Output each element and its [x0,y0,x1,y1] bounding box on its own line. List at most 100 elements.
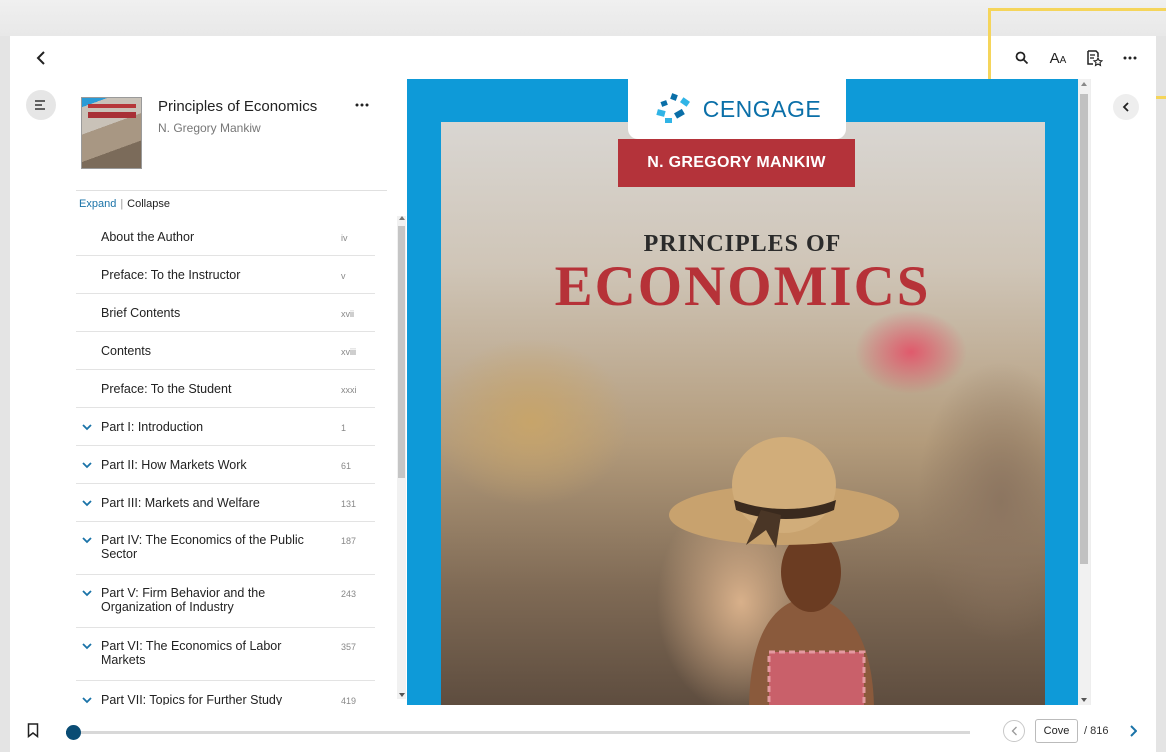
separator: | [120,198,124,210]
cengage-logo-icon [656,93,690,123]
bookmark-star-icon [1087,50,1103,67]
scroll-up-arrow-icon[interactable] [399,216,405,220]
toc-item-label: Part V: Firm Behavior and the Organizati… [101,586,266,614]
chevron-down-icon[interactable] [81,587,93,599]
publisher-name: CENGAGE [702,95,822,122]
page-scrollbar[interactable] [1078,79,1090,705]
divider [76,190,387,191]
book-cover-page: CENGAGE N. GREGORY MANKIW PRINCIPLES OF … [407,79,1078,705]
chevron-down-icon[interactable] [81,459,93,471]
bottom-navigation-bar: / 816 [10,705,1156,752]
toc-item-page: v [341,271,346,281]
more-options-icon [355,103,369,107]
toc-item-page: 61 [341,461,352,471]
book-title: Principles of Economics [158,98,318,115]
top-toolbar: AA [10,8,1166,99]
toc-item-label: Preface: To the Instructor [101,268,241,282]
reading-progress-track[interactable] [66,731,970,734]
toc-item-label: Contents [101,344,152,358]
next-page-button[interactable] [1124,721,1142,741]
scroll-up-arrow-icon[interactable] [1081,82,1087,86]
page-number-input[interactable] [1035,719,1078,743]
toc-list: About the Author iv Preface: To the Instru… [76,218,375,705]
toc-item-page: 357 [341,642,357,652]
right-side-panel [1090,79,1156,705]
collapse-all-link[interactable]: Collapse [127,198,170,210]
font-size-glyph-small: A [1059,54,1067,66]
menu-icon [35,100,45,110]
toolbar-tools: AA [1008,46,1144,70]
toc-item[interactable]: Preface: To the Student xxxi [76,370,375,408]
more-options-icon [1123,56,1137,60]
chevron-left-icon [36,51,45,65]
toc-item-label: About the Author [101,230,195,244]
toc-item-page: 187 [341,536,357,546]
toc-item[interactable]: Part II: How Markets Work 61 [76,446,375,484]
toc-item-page: iv [341,233,348,243]
toc-item[interactable]: About the Author iv [76,218,375,256]
toc-menu-button[interactable] [26,90,56,120]
toc-scroll-thumb[interactable] [398,226,405,478]
reading-progress-handle[interactable] [66,725,81,740]
chevron-left-icon [1122,102,1129,112]
bookmark-button[interactable] [27,723,41,739]
toc-scrollbar[interactable] [397,216,406,699]
book-author: N. Gregory Mankiw [158,121,261,135]
toc-item-label: Part VII: Topics for Further Study [101,693,283,705]
previous-page-button[interactable] [1003,720,1025,742]
back-button[interactable] [32,48,50,68]
search-button[interactable] [1008,46,1036,70]
page-total: / 816 [1084,725,1109,737]
toc-item-page: xxxi [341,385,357,395]
sun-hat-image [669,437,899,548]
text-size-button[interactable]: AA [1044,46,1072,70]
font-size-icon: AA [1050,50,1067,67]
toc-item-label: Part IV: The Economics of the Public Sec… [101,533,304,561]
toc-item-label: Preface: To the Student [101,382,232,396]
toc-item[interactable]: Preface: To the Instructor v [76,256,375,294]
toc-sidebar: Principles of Economics N. Gregory Manki… [10,79,407,705]
chevron-down-icon[interactable] [81,497,93,509]
desktop-background [0,0,1166,36]
more-options-button[interactable] [1116,46,1144,70]
bookmark-icon [27,723,39,739]
cover-author: N. GREGORY MANKIW [618,139,855,187]
chevron-right-icon [1130,725,1137,737]
toc-item[interactable]: Brief Contents xvii [76,294,375,332]
toc-item-page: 419 [341,696,357,705]
expand-collapse-controls: Expand | Collapse [79,198,170,210]
chevron-left-icon [1011,726,1017,736]
toc-item[interactable]: Part V: Firm Behavior and the Organizati… [76,575,375,628]
chevron-down-icon[interactable] [81,534,93,546]
toc-item[interactable]: Part VI: The Economics of Labor Markets 3… [76,628,375,681]
expand-all-link[interactable]: Expand [79,198,116,210]
chevron-down-icon[interactable] [81,694,93,705]
reader-window: AA Principles of Economics N. Gregory Ma… [10,8,1166,752]
search-icon [1015,51,1029,65]
toc-item[interactable]: Part IV: The Economics of the Public Sec… [76,522,375,575]
book-more-button[interactable] [352,96,372,114]
toc-item[interactable]: Part III: Markets and Welfare 131 [76,484,375,522]
toc-item[interactable]: Part VII: Topics for Further Study 419 [76,681,375,705]
scroll-down-arrow-icon[interactable] [399,693,405,697]
font-size-glyph-large: A [1049,49,1060,67]
toc-item-page: xvii [341,309,354,319]
toc-item-page: 1 [341,423,347,433]
publisher-logo-tab: CENGAGE [628,79,846,139]
toc-item-page: xviii [341,347,356,357]
page-scroll-thumb[interactable] [1080,94,1088,564]
expand-panel-button[interactable] [1113,94,1139,120]
book-thumbnail [81,97,142,169]
bookmarks-button[interactable] [1080,46,1108,70]
scroll-down-arrow-icon[interactable] [1081,698,1087,702]
toc-item[interactable]: Contents xviii [76,332,375,370]
toc-item-page: 131 [341,499,357,509]
toc-item-label: Part VI: The Economics of Labor Markets [101,639,282,667]
toc-item[interactable]: Part I: Introduction 1 [76,408,375,446]
toc-item-label: Part III: Markets and Welfare [101,496,260,510]
chevron-down-icon[interactable] [81,421,93,433]
toc-item-label: Part II: How Markets Work [101,458,247,472]
cover-title-line1: PRINCIPLES OF [643,231,842,257]
cover-photo [441,122,1045,705]
chevron-down-icon[interactable] [81,640,93,652]
